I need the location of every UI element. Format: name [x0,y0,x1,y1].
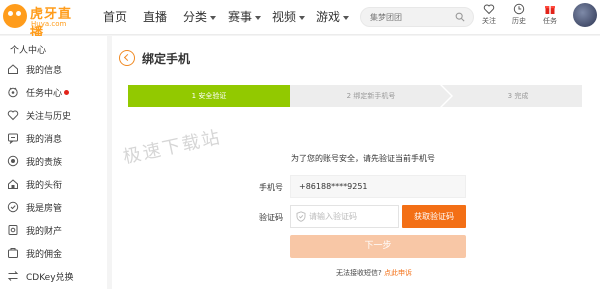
sidebar-item-label: 我的消息 [26,135,63,145]
task-label: 任务 [543,17,557,25]
next-step-button[interactable]: 下一步 [290,235,466,258]
follow-button[interactable]: 关注 [477,3,501,26]
watermark: 极速下载站 [121,126,224,169]
nav-video[interactable]: 视频 [272,0,306,34]
page-title: 绑定手机 [142,52,191,66]
commission-icon [8,248,18,258]
search-icon[interactable] [455,12,465,22]
notification-dot [64,90,69,95]
code-label: 验证码 [259,213,283,222]
chevron-down-icon [255,15,262,20]
sidebar-item-label: 任务中心 [26,89,63,99]
chevron-down-icon [299,15,306,20]
sidebar: 个人中心 我的信息 任务中心 关注与历史 我的消息 我的贵族 我的头衔 我是房管… [0,36,107,289]
code-input[interactable] [309,206,397,227]
back-button[interactable] [119,50,135,66]
home-icon [8,64,18,74]
sidebar-item-task-center[interactable]: 任务中心 [0,82,107,102]
clock-icon [513,3,525,15]
exchange-icon [7,271,19,281]
follow-label: 关注 [482,17,496,25]
appeal-link[interactable]: 点此申诉 [384,269,412,277]
search-input[interactable] [361,8,451,26]
sidebar-item-label: 我的财产 [26,227,63,237]
logo-mascot-icon [3,4,27,28]
sidebar-title: 个人中心 [10,46,47,56]
nav-live[interactable]: 直播 [143,0,167,34]
huya-logo[interactable]: 虎牙直播 Huya.com [3,3,85,41]
step-security-verification: 1 安全验证 [128,85,301,107]
history-label: 历史 [512,17,526,25]
nav-home[interactable]: 首页 [103,0,127,34]
user-avatar[interactable] [573,3,597,27]
heart-icon [483,4,495,15]
sidebar-item-label: 我是房管 [26,204,63,214]
sidebar-item-commission[interactable]: 我的佣金 [0,243,107,263]
wallet-icon [8,225,18,235]
main-panel: 绑定手机 1 安全验证 2 绑定新手机号 3 完成 极速下载站 为了您的账号安全… [112,36,600,289]
heart-icon [7,110,19,121]
sidebar-item-cdkey[interactable]: CDKey兑换 [0,266,107,286]
sidebar-item-label: 我的贵族 [26,158,63,168]
task-button[interactable]: 任务 [538,3,562,26]
title-icon [8,179,18,189]
progress-steps: 1 安全验证 2 绑定新手机号 3 完成 [128,85,582,107]
nav-category[interactable]: 分类 [183,0,217,34]
get-code-button[interactable]: 获取验证码 [402,205,466,228]
top-header: 虎牙直播 Huya.com 首页 直播 分类 赛事 视频 游戏 关注 历史 任务 [0,0,600,41]
sidebar-item-follow-history[interactable]: 关注与历史 [0,105,107,125]
sidebar-item-my-info[interactable]: 我的信息 [0,59,107,79]
history-button[interactable]: 历史 [507,3,531,26]
task-icon [8,87,18,98]
sidebar-item-label: CDKey兑换 [26,273,74,283]
chevron-down-icon [343,15,350,20]
nav-matches[interactable]: 赛事 [228,0,262,34]
search-box [360,7,474,27]
sidebar-item-label: 我的头衔 [26,181,63,191]
code-field [290,205,399,228]
noble-icon [7,155,19,167]
sidebar-item-room-manager[interactable]: 我是房管 [0,197,107,217]
verification-hint: 为了您的账号安全，请先验证当前手机号 [291,154,435,163]
manager-icon [7,201,19,213]
sidebar-item-label: 我的佣金 [26,250,63,260]
chevron-down-icon [210,15,217,20]
message-icon [8,133,18,144]
phone-label: 手机号 [259,183,283,192]
nav-games[interactable]: 游戏 [316,0,350,34]
sidebar-item-label: 我的信息 [26,66,63,76]
sidebar-item-label: 关注与历史 [26,112,72,122]
step-complete: 3 完成 [442,85,582,107]
sidebar-item-title[interactable]: 我的头衔 [0,174,107,194]
sidebar-item-messages[interactable]: 我的消息 [0,128,107,148]
shield-icon [296,211,306,222]
sidebar-item-noble[interactable]: 我的贵族 [0,151,107,171]
phone-value: +86188****9251 [290,175,466,198]
step-bind-new-phone: 2 绑定新手机号 [290,85,453,107]
footer-text: 无法接收短信? [336,269,382,277]
gift-icon [545,6,555,14]
sidebar-item-assets[interactable]: 我的财产 [0,220,107,240]
footer-help: 无法接收短信? 点此申诉 [336,268,412,278]
logo-subtext: Huya.com [31,20,67,28]
